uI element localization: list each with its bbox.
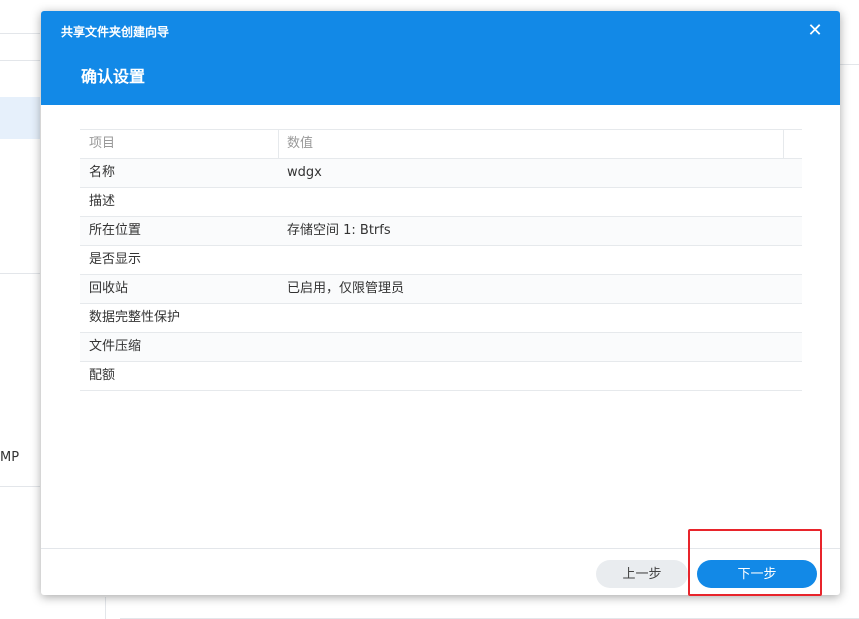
bg-divider — [0, 60, 40, 61]
prev-button[interactable]: 上一步 — [596, 560, 688, 588]
row-value — [279, 333, 784, 361]
row-value: 已启用，仅限管理员 — [287, 281, 405, 296]
share-wizard-dialog: 共享文件夹创建向导 ✕ 确认设置 项目 数值 名称 wdgx 描述 所在位置 存… — [41, 11, 840, 595]
row-value: 存储空间 1: Btrfs — [287, 223, 391, 238]
bg-divider — [839, 64, 859, 65]
bg-divider — [0, 33, 40, 34]
column-header-item[interactable]: 项目 — [80, 130, 279, 158]
settings-table: 项目 数值 名称 wdgx 描述 所在位置 存储空间 1: Btrfs 是否显示… — [80, 129, 802, 391]
row-value — [279, 188, 784, 216]
wizard-title: 共享文件夹创建向导 — [61, 25, 170, 39]
row-item: 名称 — [89, 165, 116, 180]
table-row[interactable]: 描述 — [80, 188, 802, 217]
table-header: 项目 数值 — [80, 129, 802, 159]
table-row[interactable]: 所在位置 存储空间 1: Btrfs — [80, 217, 802, 246]
row-value — [279, 362, 784, 390]
table-row[interactable]: 文件压缩 — [80, 333, 802, 362]
table-row[interactable]: 回收站 已启用，仅限管理员 — [80, 275, 802, 304]
row-item: 所在位置 — [89, 223, 142, 238]
table-row[interactable]: 名称 wdgx — [80, 159, 802, 188]
column-header-value[interactable]: 数值 — [279, 130, 784, 158]
bg-divider — [105, 597, 106, 619]
bg-divider — [0, 273, 40, 274]
close-icon[interactable]: ✕ — [804, 20, 826, 42]
row-value — [279, 246, 784, 274]
step-title: 确认设置 — [81, 67, 146, 86]
table-row[interactable]: 是否显示 — [80, 246, 802, 275]
bg-divider — [0, 486, 40, 487]
row-value — [279, 304, 784, 332]
row-item: 文件压缩 — [89, 339, 142, 354]
dialog-header: 共享文件夹创建向导 ✕ 确认设置 — [41, 11, 840, 105]
row-item: 回收站 — [89, 281, 129, 296]
row-item: 描述 — [89, 194, 116, 209]
row-item: 数据完整性保护 — [89, 310, 181, 325]
table-row[interactable]: 数据完整性保护 — [80, 304, 802, 333]
bg-side-text: MP — [0, 450, 20, 465]
row-item: 是否显示 — [89, 252, 142, 267]
row-item: 配额 — [89, 368, 116, 383]
annotation-highlight-box — [688, 529, 822, 596]
table-row[interactable]: 配额 — [80, 362, 802, 391]
row-value: wdgx — [287, 165, 322, 180]
column-header-spacer — [784, 130, 802, 158]
bg-selected-item[interactable] — [0, 97, 40, 139]
